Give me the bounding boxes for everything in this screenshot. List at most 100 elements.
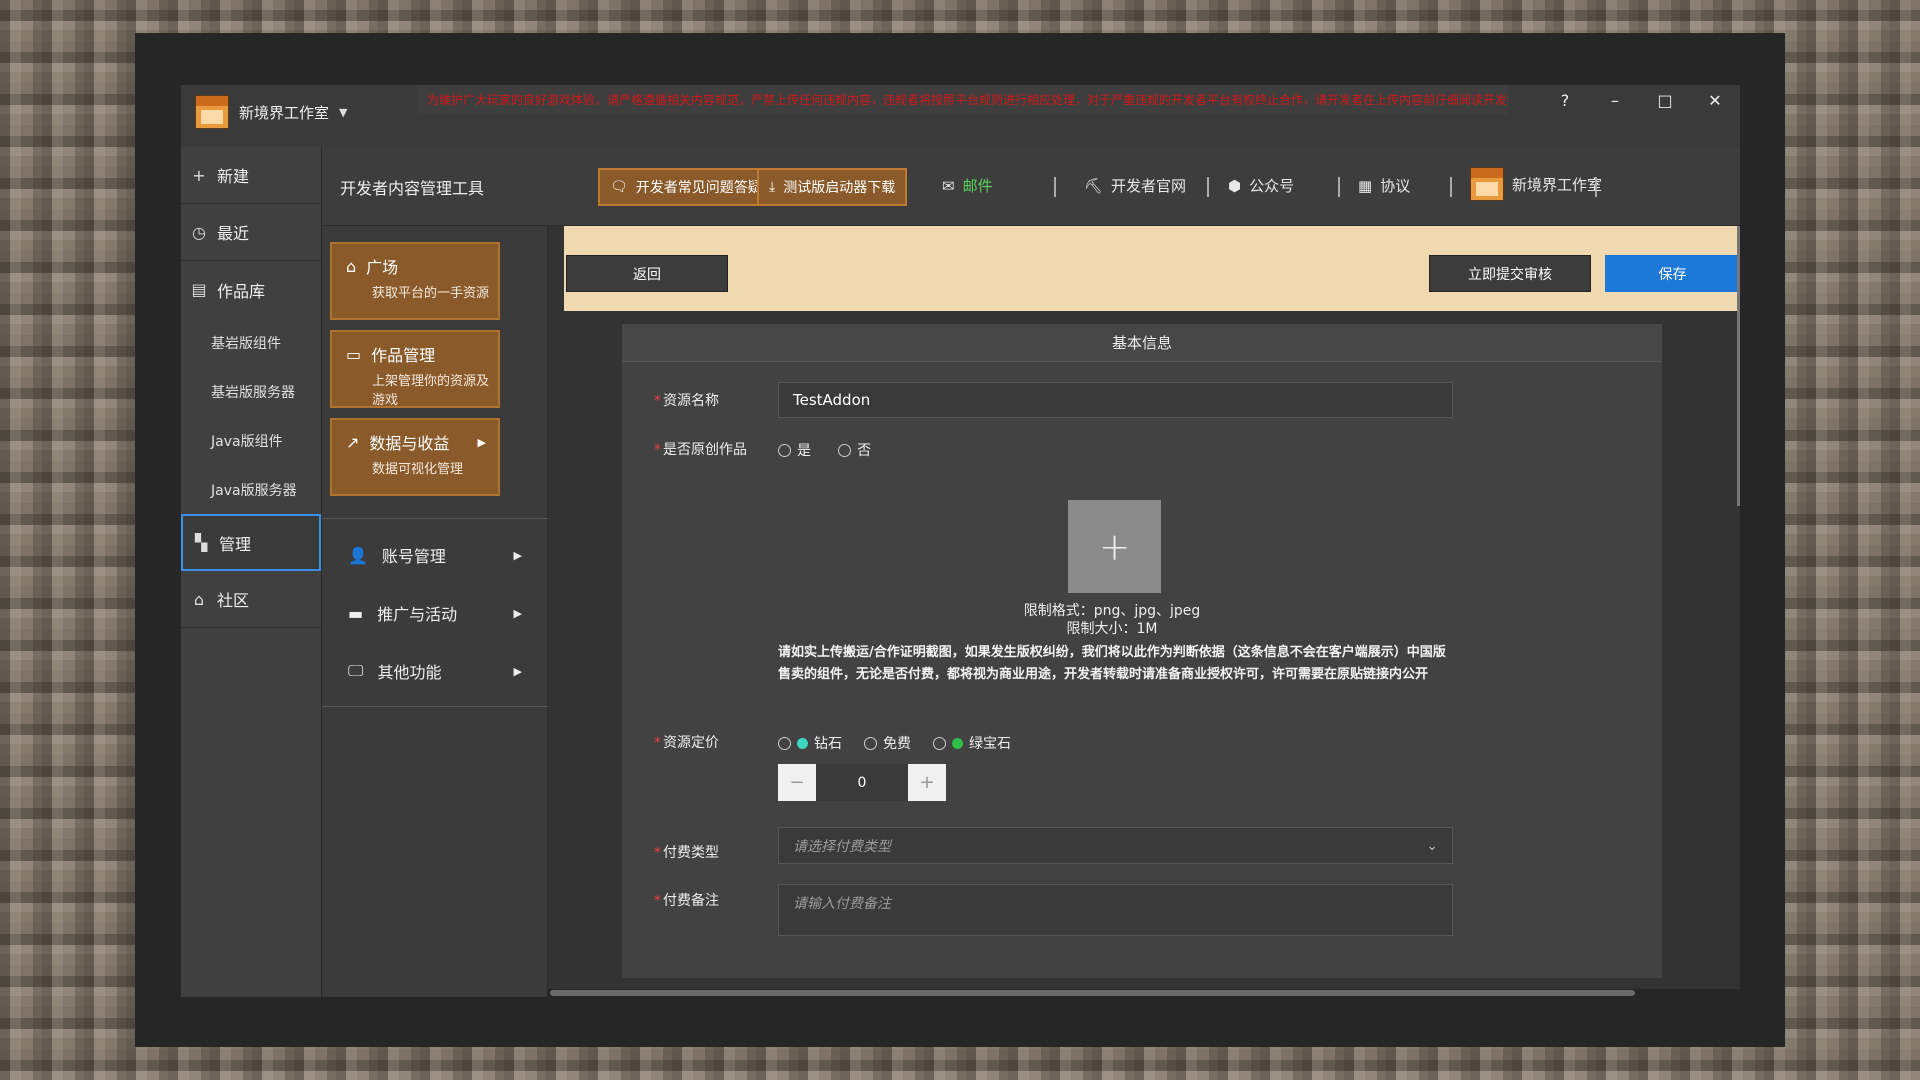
radio-yes[interactable]: 是: [778, 440, 811, 460]
caret-right-icon: ▶: [513, 548, 522, 562]
monitor-icon: 🖵: [348, 661, 364, 680]
help-button[interactable]: ?: [1540, 85, 1590, 115]
radio-emerald[interactable]: 绿宝石: [933, 733, 1011, 753]
emerald-icon: [952, 737, 963, 749]
sidebar-item-label: 管理: [219, 534, 252, 554]
upload-formats: 限制格式：png、jpg、jpeg: [1023, 603, 1201, 619]
chart-icon: ↗: [346, 432, 360, 452]
mail-link[interactable]: ✉ 邮件: [942, 175, 993, 196]
download-launcher-button[interactable]: ⤓ 测试版启动器下载: [757, 168, 908, 206]
sidebar-item-label: 新建: [217, 167, 250, 186]
scroll-thumb[interactable]: [550, 990, 1635, 996]
nav-account[interactable]: 👤 账号管理 ▶: [322, 526, 548, 584]
maximize-button[interactable]: □: [1640, 85, 1690, 115]
library-icon: ▤: [191, 280, 207, 299]
studio-switcher[interactable]: 新境界工作室 ▼: [195, 95, 347, 129]
faq-button[interactable]: 🗨 开发者常见问题答疑: [598, 168, 774, 206]
sidebar-item-library[interactable]: ▤ 作品库: [181, 261, 321, 318]
image-upload-button[interactable]: +: [1068, 500, 1161, 593]
sidebar-sub-bedrock-addon[interactable]: 基岩版组件: [181, 318, 321, 367]
protocol-link[interactable]: ▦ 协议: [1358, 175, 1410, 196]
nav-label: 推广与活动: [377, 605, 458, 624]
sidebar-item-label: 作品库: [217, 281, 266, 301]
mail-icon: ✉: [942, 176, 955, 195]
divider: [322, 706, 548, 707]
card-desc: 上架管理你的资源及游戏: [372, 374, 490, 408]
field-label: * 资源名称: [654, 393, 719, 409]
studio-avatar: [195, 95, 229, 129]
dev-site-link[interactable]: ⛏ 开发者官网: [1084, 175, 1186, 196]
sidebar-sub-java-server[interactable]: Java版服务器: [181, 465, 321, 514]
pay-type-select[interactable]: 请选择付费类型 ⌄: [778, 827, 1453, 864]
nav-label: 其他功能: [377, 663, 442, 682]
download-label: 测试版启动器下载: [783, 180, 896, 196]
wechat-label: 公众号: [1249, 177, 1295, 195]
sidebar-item-community[interactable]: ⌂ 社区: [181, 571, 321, 628]
folder-icon: ▭: [346, 344, 362, 364]
resource-name-input[interactable]: TestAddon: [778, 382, 1453, 418]
studio-profile[interactable]: 新境界工作室: [1470, 167, 1602, 201]
field-label: * 是否原创作品: [654, 442, 747, 458]
increment-button[interactable]: +: [908, 764, 946, 801]
divider: [1595, 177, 1597, 197]
nav-card-works[interactable]: ▭ 作品管理 上架管理你的资源及游戏: [330, 330, 500, 408]
faq-label: 开发者常见问题答疑: [635, 180, 762, 196]
sidebar-sub-java-addon[interactable]: Java版组件: [181, 416, 321, 465]
plus-icon: +: [1098, 524, 1131, 569]
decrement-button[interactable]: −: [778, 764, 816, 801]
nav-other[interactable]: 🖵 其他功能 ▶: [322, 642, 548, 700]
diamond-icon: [797, 737, 808, 749]
upload-hint: 限制格式：png、jpg、jpeg 限制大小：1M: [962, 602, 1262, 638]
upload-notice: 请如实上传搬运/合作证明截图，如果发生版权纠纷，我们将以此作为判断依据（这条信息…: [778, 645, 1446, 682]
card-desc: 数据可视化管理: [372, 462, 464, 477]
radio-diamond[interactable]: 钻石: [778, 733, 842, 753]
main-content: 返回 立即提交审核 保存 基本信息 * 资源名称 TestAddon * 是否原创作…: [548, 226, 1740, 997]
pay-note-textarea[interactable]: 请输入付费备注: [778, 884, 1453, 936]
nav-card-data[interactable]: ↗ 数据与收益 ▶ 数据可视化管理: [330, 418, 500, 496]
sidebar-sub-bedrock-server[interactable]: 基岩版服务器: [181, 367, 321, 416]
sidebar-item-new[interactable]: + 新建: [181, 147, 321, 204]
sidebar-item-recent[interactable]: ◷ 最近: [181, 204, 321, 261]
download-icon: ⤓: [769, 179, 776, 195]
document-icon: ▦: [1358, 176, 1373, 195]
vertical-scrollbar[interactable]: [1737, 226, 1740, 506]
plus-icon: +: [192, 165, 206, 185]
sidebar-item-manage[interactable]: ▚ 管理: [181, 514, 321, 571]
nav-card-plaza[interactable]: ⌂ 广场 获取平台的一手资源: [330, 242, 500, 320]
wechat-link[interactable]: ⬢ 公众号: [1228, 175, 1294, 196]
divider: [322, 518, 548, 519]
page-title: 开发者内容管理工具: [340, 179, 485, 198]
radio-free[interactable]: 免费: [864, 733, 911, 753]
horizontal-scrollbar[interactable]: [548, 989, 1740, 997]
badge-icon: ⬢: [1228, 176, 1242, 195]
submit-review-button[interactable]: 立即提交审核: [1429, 255, 1591, 292]
sidebar: + 新建 ◷ 最近 ▤ 作品库 基岩版组件 基岩版服务器 Java版组件 Jav…: [181, 147, 322, 997]
radio-no[interactable]: 否: [838, 440, 871, 460]
price-radio-group: 钻石 免费 绿宝石: [778, 733, 1033, 753]
promo-icon: ▬: [348, 603, 364, 623]
home-icon: ⌂: [346, 256, 357, 276]
back-button[interactable]: 返回: [566, 255, 728, 292]
card-title: 数据与收益: [369, 434, 450, 453]
card-desc: 获取平台的一手资源: [372, 286, 490, 301]
minimize-button[interactable]: –: [1590, 85, 1640, 115]
sidebar-item-label: 社区: [217, 591, 250, 610]
caret-right-icon: ▶: [477, 435, 486, 449]
studio-label: 新境界工作室: [1512, 175, 1603, 194]
mail-label: 邮件: [962, 177, 993, 195]
divider: [1450, 177, 1452, 197]
chevron-down-icon: ⌄: [1426, 837, 1438, 854]
protocol-label: 协议: [1380, 177, 1411, 195]
caret-right-icon: ▶: [513, 606, 522, 620]
nav-promotion[interactable]: ▬ 推广与活动 ▶: [322, 584, 548, 642]
divider: [1207, 177, 1209, 197]
caret-right-icon: ▶: [513, 664, 522, 678]
window-controls: ? – □ ✕: [1540, 85, 1740, 115]
site-label: 开发者官网: [1111, 177, 1187, 195]
field-label: * 付费备注: [654, 893, 719, 909]
price-value[interactable]: 0: [816, 764, 908, 801]
price-stepper: − 0 +: [778, 764, 946, 801]
save-button[interactable]: 保存: [1605, 255, 1740, 292]
close-button[interactable]: ✕: [1690, 85, 1740, 115]
caret-down-icon: ▼: [339, 105, 348, 119]
